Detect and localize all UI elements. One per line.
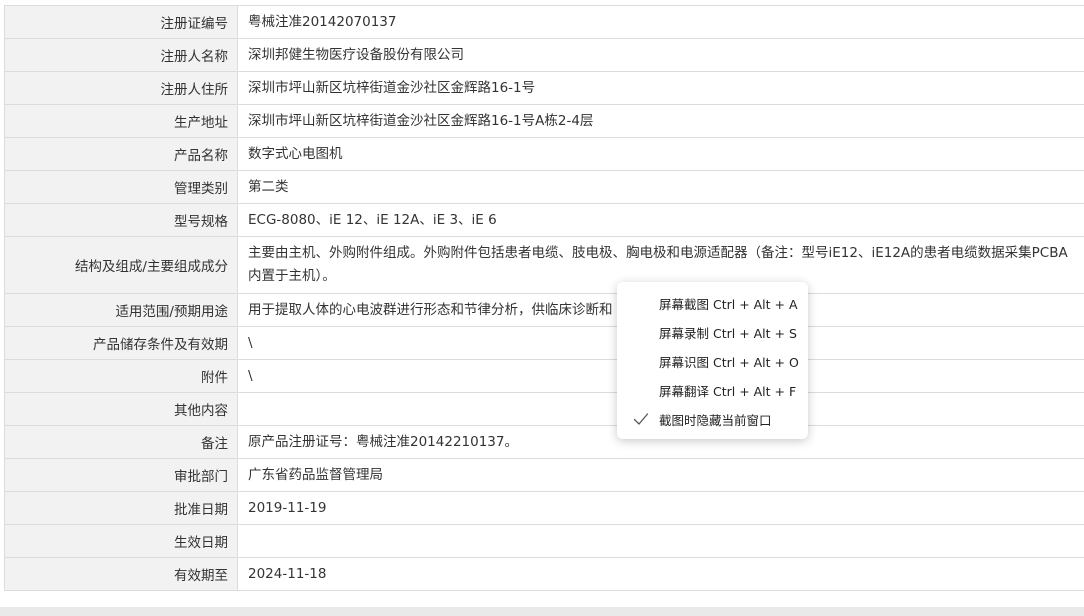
table-row: 产品名称 数字式心电图机 xyxy=(5,138,1084,171)
page: 注册证编号 粤械注准20142070137 注册人名称 深圳邦健生物医疗设备股份… xyxy=(0,0,1084,616)
menu-item-screenshot[interactable]: 屏幕截图 Ctrl + Alt + A xyxy=(617,289,808,318)
row-label: 管理类别 xyxy=(5,171,238,203)
row-value: 数字式心电图机 xyxy=(248,145,343,162)
row-label: 附件 xyxy=(5,360,238,392)
row-value: 广东省药品监督管理局 xyxy=(248,466,383,483)
menu-item-screen-record[interactable]: 屏幕录制 Ctrl + Alt + S xyxy=(617,318,808,347)
row-label: 注册人住所 xyxy=(5,72,238,104)
row-value: 深圳邦健生物医疗设备股份有限公司 xyxy=(248,46,464,63)
table-row: 生产地址 深圳市坪山新区坑梓街道金沙社区金辉路16-1号A栋2-4层 xyxy=(5,105,1084,138)
table-row: 型号规格 ECG-8080、iE 12、iE 12A、iE 3、iE 6 xyxy=(5,204,1084,237)
table-row: 注册证编号 粤械注准20142070137 xyxy=(5,6,1084,39)
row-label: 生产地址 xyxy=(5,105,238,137)
menu-item-label: 屏幕识图 Ctrl + Alt + O xyxy=(659,355,799,370)
table-row: 产品储存条件及有效期 \ xyxy=(5,327,1084,360)
table-row: 批准日期 2019-11-19 xyxy=(5,492,1084,525)
row-value: 2019-11-19 xyxy=(248,499,327,516)
menu-item-label: 屏幕截图 Ctrl + Alt + A xyxy=(659,297,798,312)
row-value: 2024-11-18 xyxy=(248,565,327,582)
menu-item-label: 屏幕录制 Ctrl + Alt + S xyxy=(659,326,797,341)
table-row: 有效期至 2024-11-18 xyxy=(5,558,1084,591)
menu-item-hide-window[interactable]: 截图时隐藏当前窗口 xyxy=(617,405,808,434)
row-label: 有效期至 xyxy=(5,558,238,590)
row-label: 结构及组成/主要组成成分 xyxy=(5,237,238,293)
row-value: ECG-8080、iE 12、iE 12A、iE 3、iE 6 xyxy=(248,211,497,228)
table-row: 其他内容 xyxy=(5,393,1084,426)
row-label: 备注 xyxy=(5,426,238,458)
row-value: 粤械注准20142070137 xyxy=(248,13,397,30)
context-menu: 屏幕截图 Ctrl + Alt + A 屏幕录制 Ctrl + Alt + S … xyxy=(617,282,808,439)
row-label: 生效日期 xyxy=(5,525,238,557)
checkmark-icon xyxy=(633,413,649,425)
row-label: 注册人名称 xyxy=(5,39,238,71)
menu-item-label: 截图时隐藏当前窗口 xyxy=(659,413,772,428)
table-row: 生效日期 xyxy=(5,525,1084,558)
row-value: 深圳市坪山新区坑梓街道金沙社区金辉路16-1号A栋2-4层 xyxy=(248,112,594,129)
row-label: 其他内容 xyxy=(5,393,238,425)
row-label: 注册证编号 xyxy=(5,6,238,38)
table-row: 附件 \ xyxy=(5,360,1084,393)
row-label: 适用范围/预期用途 xyxy=(5,294,238,326)
row-value: 深圳市坪山新区坑梓街道金沙社区金辉路16-1号 xyxy=(248,79,536,96)
row-label: 产品名称 xyxy=(5,138,238,170)
table-row: 注册人住所 深圳市坪山新区坑梓街道金沙社区金辉路16-1号 xyxy=(5,72,1084,105)
table-row: 适用范围/预期用途 用于提取人体的心电波群进行形态和节律分析，供临床诊断和 xyxy=(5,294,1084,327)
table-row: 注册人名称 深圳邦健生物医疗设备股份有限公司 xyxy=(5,39,1084,72)
menu-item-screen-translate[interactable]: 屏幕翻译 Ctrl + Alt + F xyxy=(617,376,808,405)
row-value: 第二类 xyxy=(248,178,289,195)
row-label: 产品储存条件及有效期 xyxy=(5,327,238,359)
bottom-scroll-area xyxy=(0,607,1084,616)
menu-item-label: 屏幕翻译 Ctrl + Alt + F xyxy=(659,384,797,399)
table-row: 审批部门 广东省药品监督管理局 xyxy=(5,459,1084,492)
registration-table: 注册证编号 粤械注准20142070137 注册人名称 深圳邦健生物医疗设备股份… xyxy=(4,5,1084,591)
row-label: 批准日期 xyxy=(5,492,238,524)
table-row: 结构及组成/主要组成成分 主要由主机、外购附件组成。外购附件包括患者电缆、肢电极… xyxy=(5,237,1084,294)
row-label: 型号规格 xyxy=(5,204,238,236)
row-label: 审批部门 xyxy=(5,459,238,491)
row-value xyxy=(238,525,1084,557)
table-row: 备注 原产品注册证号：粤械注准20142210137。 xyxy=(5,426,1084,459)
menu-item-screen-recognize[interactable]: 屏幕识图 Ctrl + Alt + O xyxy=(617,347,808,376)
table-row: 管理类别 第二类 xyxy=(5,171,1084,204)
